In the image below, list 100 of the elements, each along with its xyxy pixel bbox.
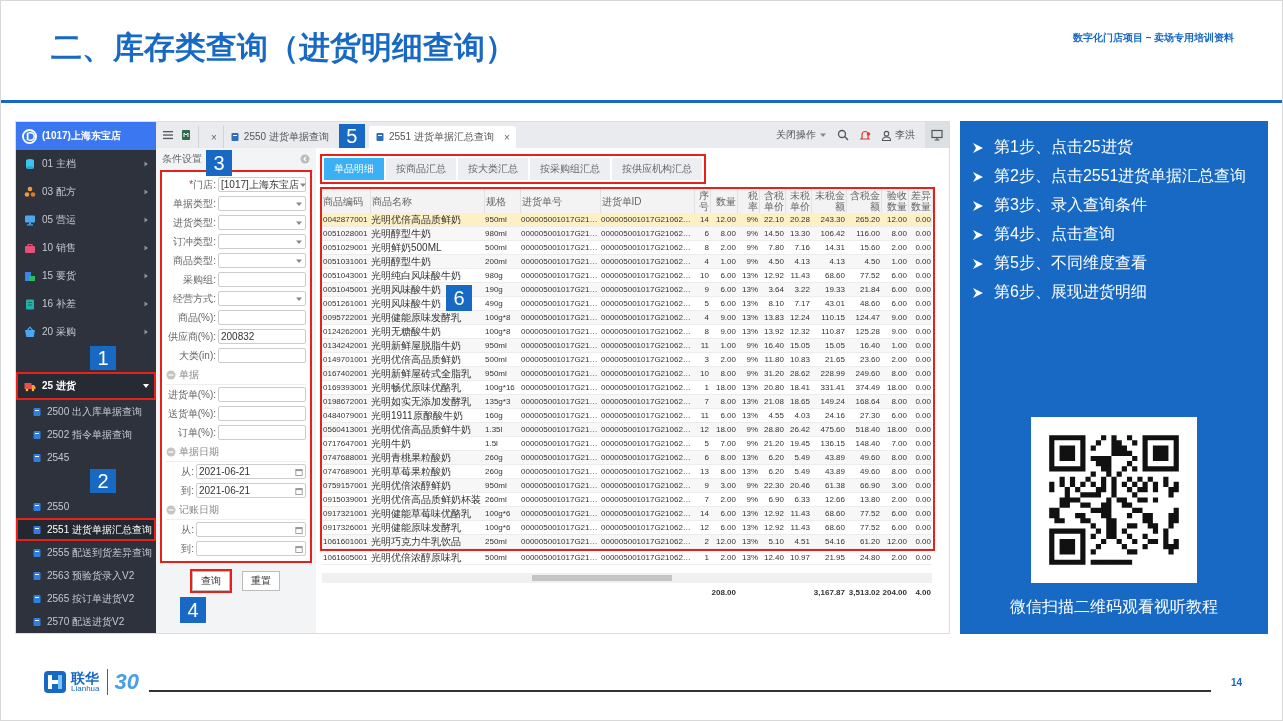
- table-cell: 2.00: [881, 492, 908, 507]
- column-header[interactable]: 含税金额: [846, 189, 881, 213]
- date-field[interactable]: [196, 541, 306, 556]
- menu-item[interactable]: 05 营运: [16, 206, 156, 234]
- dropdown-field[interactable]: [218, 253, 306, 268]
- column-header[interactable]: 未税金额: [811, 189, 846, 213]
- column-header[interactable]: 进货单号: [520, 189, 600, 213]
- input-field[interactable]: [218, 272, 306, 287]
- search-icon[interactable]: [837, 129, 849, 141]
- input-field[interactable]: [218, 425, 306, 440]
- dropdown-field[interactable]: [218, 291, 306, 306]
- table-cell: 13%: [737, 268, 759, 283]
- date-field[interactable]: [196, 522, 306, 537]
- table-cell: 136.15: [811, 436, 846, 451]
- close-operations-menu[interactable]: 关闭操作: [776, 128, 827, 142]
- dropdown-field[interactable]: [1017]上海东宝店: [218, 177, 306, 192]
- submenu-item[interactable]: 2545: [16, 446, 156, 469]
- menu-item[interactable]: 10 销售: [16, 234, 156, 262]
- collapse-icon[interactable]: [166, 369, 176, 380]
- submenu-item[interactable]: 2550: [16, 495, 156, 518]
- dropdown-field[interactable]: [218, 215, 306, 230]
- input-field[interactable]: [218, 310, 306, 325]
- table-cell: 2.00: [710, 352, 737, 367]
- column-header[interactable]: 税率: [737, 189, 759, 213]
- table-cell: 7.17: [785, 296, 811, 311]
- table-cell: 18.00: [881, 380, 908, 395]
- input-field[interactable]: [218, 406, 306, 421]
- column-header[interactable]: 验收数量: [881, 189, 908, 213]
- table-cell: 0484079001: [322, 408, 370, 423]
- table-cell: 14.31: [811, 240, 846, 255]
- table-cell: 13%: [737, 520, 759, 535]
- column-header[interactable]: 进货单ID: [600, 189, 694, 213]
- document-icon[interactable]: [180, 129, 192, 141]
- menu-item[interactable]: 16 补差: [16, 290, 156, 318]
- date-field[interactable]: 2021-06-21: [196, 483, 306, 498]
- chevron-right-icon: [142, 300, 150, 308]
- table-cell: 5: [694, 296, 710, 311]
- submenu-item[interactable]: 2570 配送进货V2: [16, 610, 156, 633]
- table-cell: 000005001017G21…: [520, 464, 600, 479]
- table-cell: 000005001017G21062…: [600, 520, 694, 535]
- field-label: 从:: [180, 522, 194, 537]
- table-cell: 4.55: [759, 408, 785, 423]
- reset-button[interactable]: 重置: [242, 571, 280, 591]
- view-tab[interactable]: 按商品汇总: [386, 158, 456, 180]
- submenu-item[interactable]: 2565 按订单进货V2: [16, 587, 156, 610]
- column-header[interactable]: 数量: [710, 189, 737, 213]
- input-field[interactable]: [218, 387, 306, 402]
- bell-icon[interactable]: [859, 129, 871, 141]
- table-cell: 160g: [484, 408, 520, 423]
- submenu-item[interactable]: 2551 进货单据汇总查询: [16, 518, 156, 541]
- dropdown-field[interactable]: [218, 196, 306, 211]
- submenu-item[interactable]: 2502 指令单据查询: [16, 423, 156, 446]
- view-tab[interactable]: 按大类汇总: [458, 158, 528, 180]
- chevron-right-icon: [142, 160, 150, 168]
- input-field[interactable]: [218, 348, 306, 363]
- menu-item[interactable]: 01 主档: [16, 150, 156, 178]
- collapse-icon[interactable]: [166, 446, 176, 457]
- table-cell: 0.00: [908, 436, 932, 451]
- collapse-icon[interactable]: [166, 504, 176, 515]
- chevron-right-icon: [142, 216, 150, 224]
- column-header[interactable]: 未税单价: [785, 189, 811, 213]
- submenu-item[interactable]: 2563 预验货录入V2: [16, 564, 156, 587]
- submenu-item[interactable]: 2500 出入库单据查询: [16, 400, 156, 423]
- logo-icon: [22, 128, 37, 144]
- column-header[interactable]: 差异数量: [908, 189, 932, 213]
- column-header[interactable]: 商品编码: [322, 189, 370, 213]
- menu-icon[interactable]: [162, 129, 174, 141]
- column-header[interactable]: 规格: [484, 189, 520, 213]
- menu-item[interactable]: 25 进货: [16, 372, 156, 400]
- horizontal-scrollbar[interactable]: [322, 573, 932, 583]
- table-cell: 12.00: [710, 213, 737, 227]
- table-cell: 48.60: [846, 296, 881, 311]
- view-tab[interactable]: 按采购组汇总: [530, 158, 610, 180]
- collapse-icon[interactable]: [300, 154, 310, 164]
- arrow-bullet-icon: [972, 286, 984, 299]
- submenu-item[interactable]: 2555 配送到货差异查询: [16, 541, 156, 564]
- table-cell: 18.00: [710, 380, 737, 395]
- panel-title: 条件设置: [162, 152, 202, 166]
- table-cell: 13%: [737, 380, 759, 395]
- table-cell: 000005001017G21062…: [600, 268, 694, 283]
- user-menu[interactable]: 李洪: [881, 128, 915, 142]
- query-button[interactable]: 查询: [192, 571, 230, 591]
- menu-item[interactable]: 03 配方: [16, 178, 156, 206]
- column-header[interactable]: 含税单价: [759, 189, 785, 213]
- monitor-icon[interactable]: [931, 129, 943, 141]
- callout-number: 1: [90, 346, 116, 370]
- step-text: 第2步、点击2551进货单据汇总查询: [994, 166, 1247, 186]
- date-field[interactable]: 2021-06-21: [196, 464, 306, 479]
- column-header[interactable]: 商品名称: [370, 189, 484, 213]
- table-cell: 000005001017G21062…: [600, 296, 694, 311]
- menu-item[interactable]: 15 要货: [16, 262, 156, 290]
- table-cell: 2.00: [710, 240, 737, 255]
- tab[interactable]: 2551 进货单据汇总查询 ×: [368, 126, 516, 148]
- input-field[interactable]: 200832: [218, 329, 306, 344]
- table-cell: 6.00: [710, 296, 737, 311]
- table-cell: 光明纯白风味酸牛奶: [370, 268, 484, 283]
- dropdown-field[interactable]: [218, 234, 306, 249]
- menu-item[interactable]: 20 采购: [16, 318, 156, 346]
- table-cell: 000005001017G21062…: [600, 240, 694, 255]
- view-tab[interactable]: 按供应机构汇总: [612, 158, 702, 180]
